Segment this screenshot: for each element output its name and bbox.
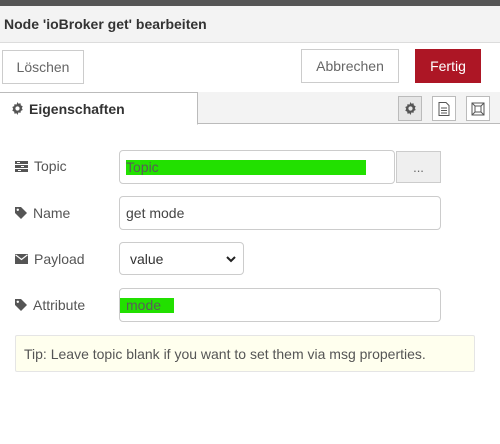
- topic-label: Topic: [34, 158, 67, 174]
- tab-settings[interactable]: [398, 96, 422, 121]
- tip-text: Tip: Leave topic blank if you want to se…: [24, 345, 426, 362]
- name-label-row: Name: [15, 204, 70, 222]
- attribute-label: Attribute: [33, 297, 86, 313]
- tab-properties-label: Eigenschaften: [29, 100, 125, 117]
- tip-box: Tip: Leave topic blank if you want to se…: [15, 335, 475, 372]
- chevron-down-icon: [226, 256, 236, 263]
- envelope-icon: [15, 254, 28, 264]
- topic-input[interactable]: Topic: [119, 150, 395, 184]
- attribute-label-row: Attribute: [15, 296, 85, 314]
- topic-label-row: Topic: [15, 157, 67, 175]
- tag-icon: [15, 299, 27, 311]
- attribute-value: mode: [120, 297, 174, 313]
- done-button[interactable]: Fertig: [415, 49, 481, 83]
- dialog-title: Node 'ioBroker get' bearbeiten: [4, 16, 207, 32]
- delete-button[interactable]: Löschen: [2, 50, 84, 84]
- payload-label: Payload: [34, 251, 85, 267]
- tab-appearance[interactable]: [466, 96, 490, 121]
- tab-properties[interactable]: Eigenschaften: [0, 92, 198, 125]
- dialog-header: Node 'ioBroker get' bearbeiten: [0, 6, 500, 43]
- document-icon: [438, 101, 450, 116]
- topic-value: Topic: [126, 159, 366, 175]
- tab-description[interactable]: [432, 96, 456, 121]
- name-label: Name: [33, 205, 71, 221]
- topic-browse-button[interactable]: ...: [396, 151, 441, 183]
- gear-icon: [12, 102, 23, 115]
- payload-selected-value: value: [130, 250, 164, 267]
- attribute-input[interactable]: mode: [119, 288, 441, 322]
- payload-select[interactable]: value: [119, 242, 244, 275]
- cancel-button[interactable]: Abbrechen: [301, 49, 399, 83]
- tasks-icon: [15, 160, 28, 172]
- gear-icon: [404, 102, 416, 115]
- payload-label-row: Payload: [15, 250, 85, 268]
- frame-icon: [471, 102, 485, 115]
- tag-icon: [15, 207, 27, 219]
- name-input[interactable]: get mode: [119, 196, 441, 230]
